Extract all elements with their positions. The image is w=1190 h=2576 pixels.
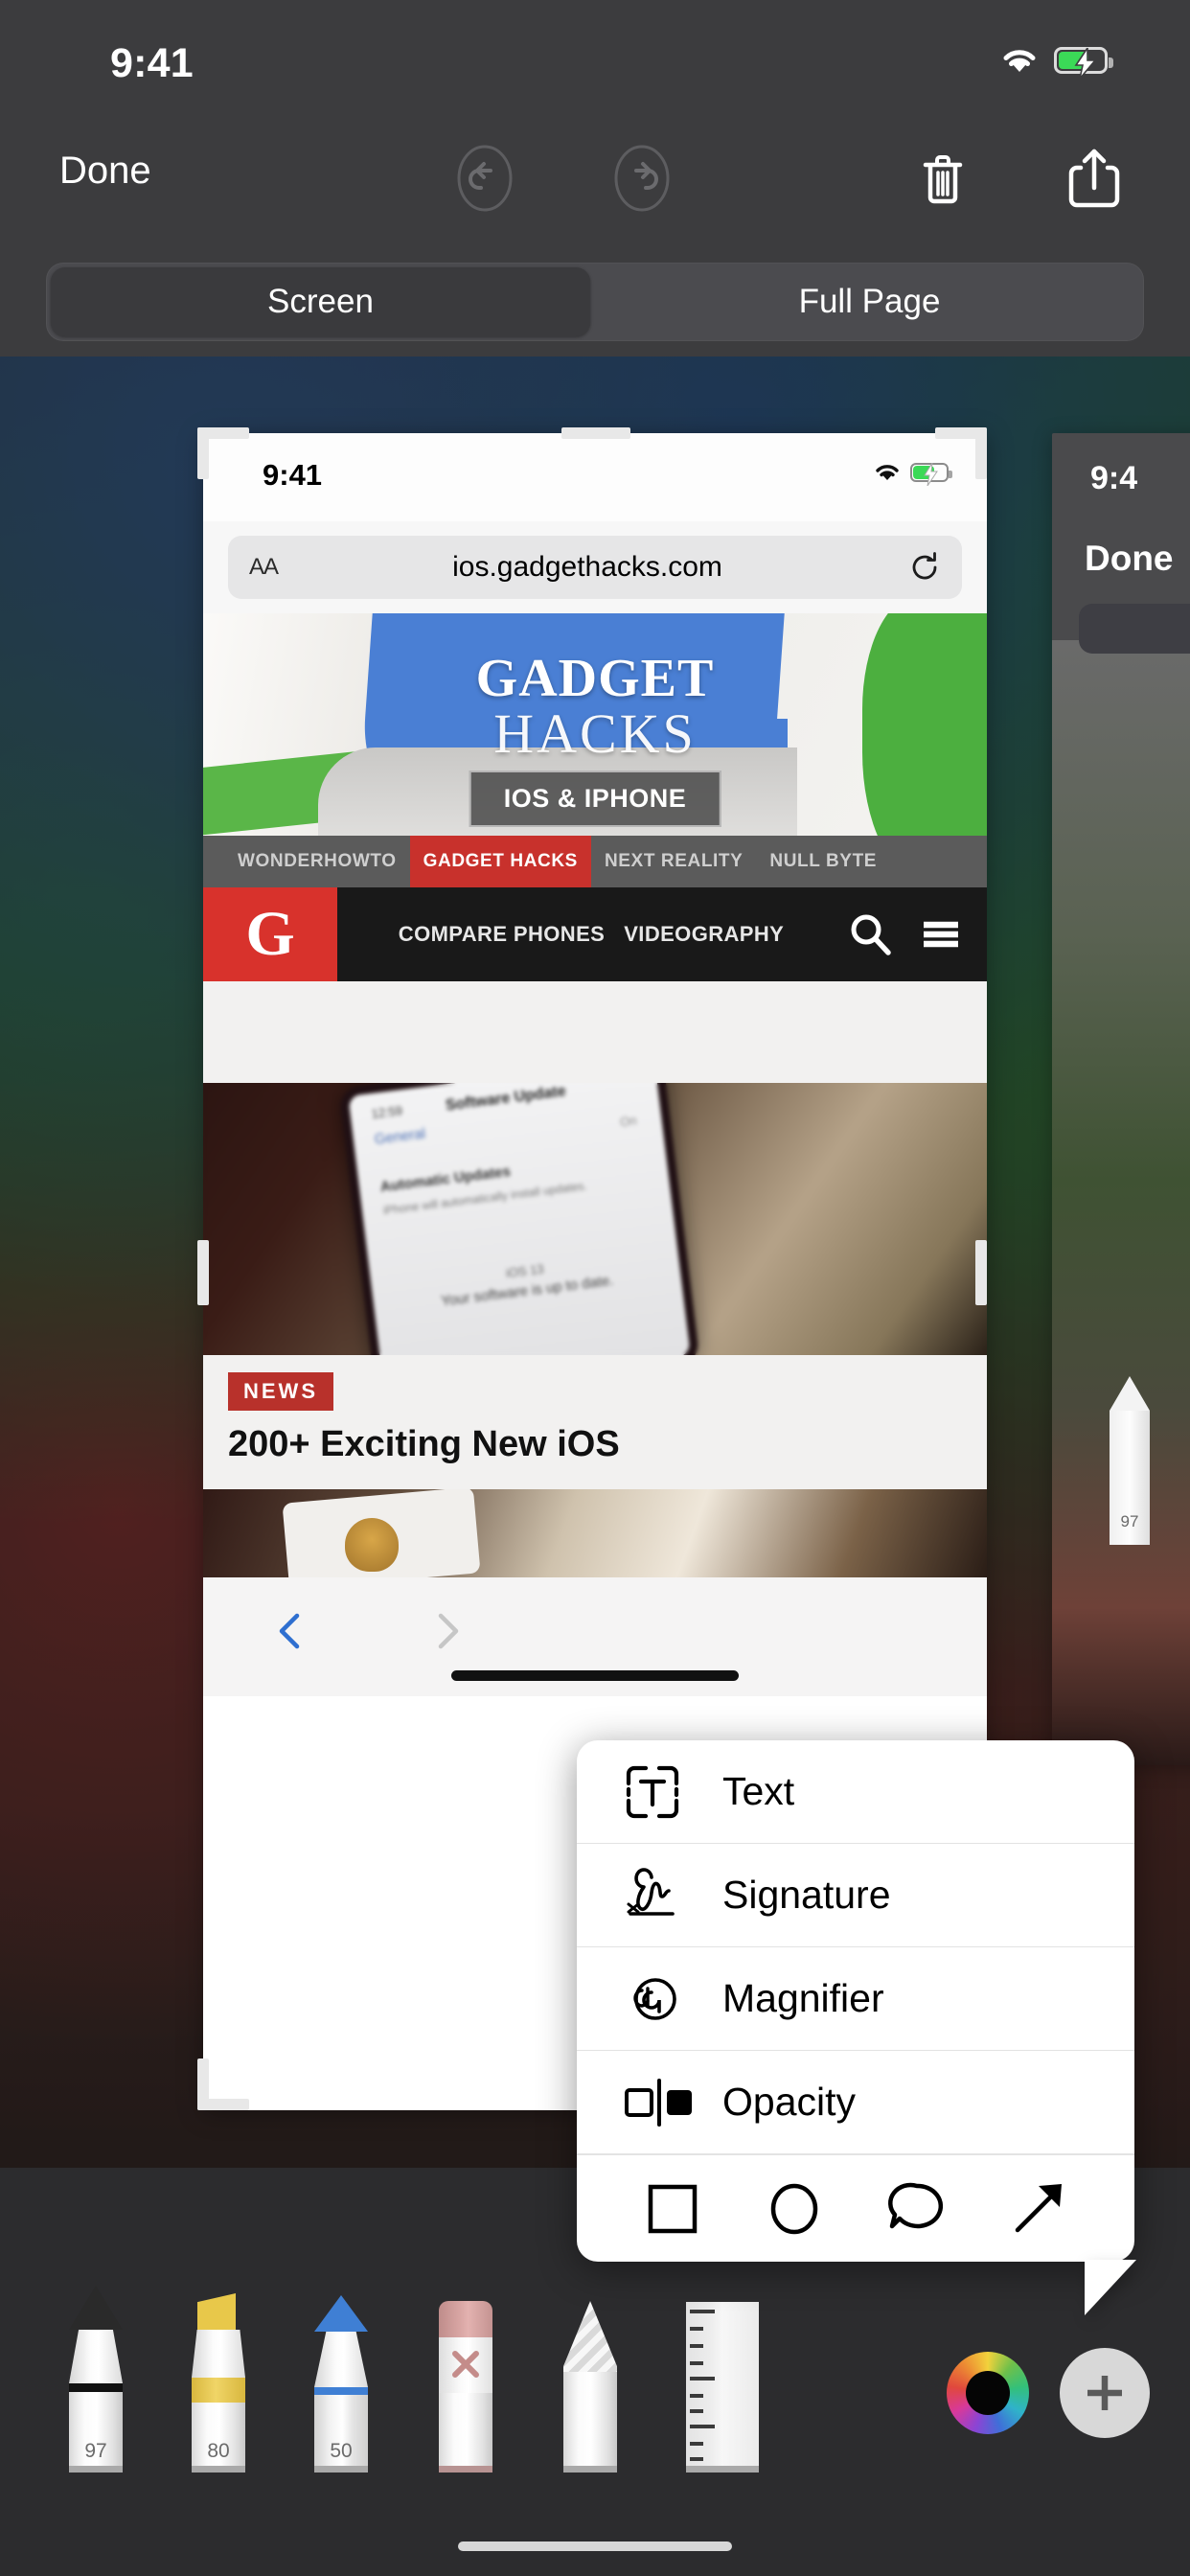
- status-bar-indicators: [998, 45, 1113, 79]
- banner-title-bottom: HACKS: [493, 702, 697, 765]
- menu-item-text[interactable]: Text: [577, 1740, 1134, 1844]
- crop-handle-left-middle[interactable]: [197, 1240, 209, 1305]
- lasso-tool[interactable]: [563, 2301, 617, 2472]
- reload-icon[interactable]: [908, 551, 941, 584]
- opacity-icon: [623, 2073, 705, 2132]
- adjacent-tool-tray: 97: [1052, 1376, 1190, 1545]
- add-markup-popup-menu: Text Signature Magnifier Opacity: [577, 1740, 1136, 2315]
- highlighter-tool-number: 80: [207, 2440, 230, 2462]
- brand-nav-links: COMPARE PHONES VIDEOGRAPHY: [337, 922, 845, 947]
- add-markup-button[interactable]: [1060, 2348, 1150, 2438]
- circle-shape-icon[interactable]: [760, 2174, 829, 2243]
- adjacent-screenshot-header: 9:4 Done: [1052, 433, 1190, 654]
- crop-handle-right-middle[interactable]: [975, 1240, 987, 1305]
- preview-status-time: 9:41: [263, 458, 323, 492]
- wifi-icon: [1003, 50, 1036, 72]
- search-icon[interactable]: [845, 909, 895, 959]
- trash-icon[interactable]: [908, 144, 977, 213]
- site-hero-banner: GADGET HACKS IOS & IPHONE: [203, 613, 987, 836]
- bolt-glyph: [924, 463, 938, 486]
- battery-charging-icon: [1054, 47, 1113, 79]
- magnifier-icon: [623, 1969, 705, 2029]
- bolt-glyph: [1074, 48, 1097, 79]
- plus-icon: [1087, 2376, 1122, 2410]
- adjacent-screenshot-body: [1052, 640, 1190, 1765]
- preview-status-bar: 9:41: [203, 433, 987, 521]
- menu-item-signature[interactable]: Signature: [577, 1844, 1134, 1947]
- home-indicator: [458, 2542, 732, 2551]
- capture-mode-segmented-control[interactable]: Screen Full Page: [46, 263, 1144, 341]
- banner-title-top: GADGET: [475, 649, 715, 708]
- navlink-videography[interactable]: VIDEOGRAPHY: [624, 922, 784, 947]
- status-bar-time: 9:41: [110, 40, 194, 86]
- chevron-right-icon[interactable]: [425, 1610, 468, 1652]
- crop-handle-bottom-left[interactable]: [197, 2099, 249, 2110]
- crop-handle-top-left-v[interactable]: [197, 427, 209, 479]
- news-headline[interactable]: 200+ Exciting New iOS: [228, 1424, 962, 1465]
- sitenav-wonderhowto[interactable]: WONDERHOWTO: [224, 851, 410, 872]
- adjacent-done-button: Done: [1085, 539, 1174, 578]
- menu-item-magnifier[interactable]: Magnifier: [577, 1947, 1134, 2051]
- done-button[interactable]: Done: [59, 150, 151, 193]
- sitenav-gadget-hacks[interactable]: GADGET HACKS: [409, 836, 591, 887]
- redo-icon[interactable]: [607, 144, 676, 213]
- eraser-x-glyph: [452, 2351, 479, 2378]
- crop-handle-top-right-v[interactable]: [975, 427, 987, 479]
- undo-icon[interactable]: [450, 144, 519, 213]
- pencil-tool[interactable]: 50: [314, 2295, 368, 2472]
- speech-bubble-shape-icon[interactable]: [882, 2174, 951, 2243]
- menu-item-magnifier-label: Magnifier: [722, 1976, 884, 2020]
- article-teaser[interactable]: NEWS 200+ Exciting New iOS: [203, 1355, 987, 1489]
- menu-item-signature-label: Signature: [722, 1873, 891, 1917]
- status-bar: 9:41: [0, 0, 1190, 123]
- popup-tail: [1085, 2260, 1136, 2315]
- pen-tool[interactable]: 97: [69, 2286, 123, 2472]
- hamburger-menu-icon[interactable]: [916, 909, 966, 959]
- arrow-shape-icon[interactable]: [1004, 2174, 1073, 2243]
- navlink-compare-phones[interactable]: COMPARE PHONES: [399, 922, 605, 947]
- chevron-left-icon[interactable]: [270, 1610, 312, 1652]
- secondary-article-photo: [203, 1489, 987, 1577]
- sitenav-null-byte[interactable]: NULL BYTE: [756, 851, 890, 872]
- wifi-icon: [876, 465, 899, 480]
- crop-handle-top-center[interactable]: [561, 427, 630, 439]
- adjacent-screenshot-thumbnail[interactable]: 9:4 Done 97: [1052, 433, 1190, 1765]
- share-icon[interactable]: [1060, 144, 1129, 213]
- menu-item-text-label: Text: [722, 1769, 795, 1813]
- preview-status-indicators: [873, 462, 952, 486]
- news-badge: NEWS: [228, 1372, 333, 1411]
- sitenav-next-reality[interactable]: NEXT REALITY: [591, 851, 756, 872]
- square-shape-icon[interactable]: [638, 2174, 707, 2243]
- ruler-tool[interactable]: [686, 2302, 759, 2472]
- highlighter-tool[interactable]: 80: [192, 2293, 245, 2472]
- site-logo[interactable]: G: [203, 887, 337, 981]
- tab-screen[interactable]: Screen: [51, 267, 590, 336]
- battery-charging-icon: [910, 463, 952, 486]
- screenshot-markup-editor: 9:41 Done Screen Full Page 9:4 Done 97 9…: [0, 0, 1190, 2576]
- safari-bottom-toolbar: [203, 1577, 987, 1696]
- site-brand-nav: G COMPARE PHONES VIDEOGRAPHY: [203, 887, 987, 981]
- banner-category-chip: IOS & IPHONE: [469, 770, 721, 827]
- text-box-icon: [623, 1762, 705, 1822]
- preview-home-indicator: [451, 1670, 739, 1681]
- pencil-tool-number: 50: [330, 2440, 353, 2462]
- signature-icon: [623, 1866, 705, 1925]
- safari-url-bar-row: AA ios.gadgethacks.com: [203, 521, 987, 613]
- color-wheel[interactable]: [947, 2352, 1029, 2434]
- menu-item-opacity[interactable]: Opacity: [577, 2051, 1134, 2154]
- adjacent-pen-number: 97: [1120, 1512, 1139, 1530]
- eraser-tool[interactable]: [439, 2301, 492, 2472]
- pen-tool-number: 97: [84, 2440, 107, 2462]
- adjacent-status-time: 9:4: [1090, 460, 1138, 496]
- content-gap: [203, 981, 987, 1083]
- network-site-nav: WONDERHOWTO GADGET HACKS NEXT REALITY NU…: [203, 836, 987, 887]
- menu-item-opacity-label: Opacity: [722, 2080, 856, 2124]
- safari-url-bar[interactable]: AA ios.gadgethacks.com: [228, 536, 962, 599]
- url-text[interactable]: ios.gadgethacks.com: [266, 551, 908, 584]
- article-hero-photo: 12:59 Software Update General On Automat…: [203, 1083, 987, 1355]
- editor-toolbar: Done: [0, 123, 1190, 236]
- adjacent-segmented-control: [1079, 604, 1190, 654]
- tab-full-page[interactable]: Full Page: [600, 267, 1139, 336]
- shape-tools-row: [577, 2154, 1134, 2262]
